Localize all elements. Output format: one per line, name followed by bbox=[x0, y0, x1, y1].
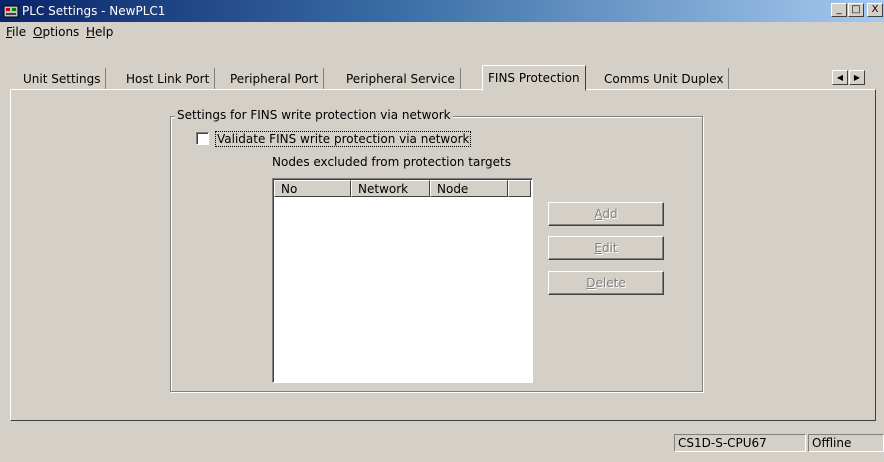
tab-unit-settings[interactable]: Unit Settings bbox=[18, 68, 107, 90]
menu-options[interactable]: Options bbox=[33, 25, 79, 39]
excluded-nodes-list[interactable]: No Network Node bbox=[272, 178, 533, 383]
menu-file-rest: ile bbox=[12, 25, 27, 39]
tab-scroll-left-icon[interactable]: ◀ bbox=[832, 70, 848, 85]
group-title: Settings for FINS write protection via n… bbox=[175, 107, 453, 123]
menu-help[interactable]: Help bbox=[86, 25, 113, 39]
maximize-button[interactable]: □ bbox=[848, 3, 864, 17]
edit-button-mnemonic: E bbox=[594, 241, 602, 255]
column-header-no[interactable]: No bbox=[274, 180, 351, 197]
delete-button-rest: elete bbox=[595, 276, 626, 290]
add-button-rest: dd bbox=[602, 207, 618, 221]
plc-app-icon bbox=[3, 5, 19, 18]
edit-button[interactable]: Edit bbox=[548, 236, 664, 260]
column-header-network[interactable]: Network bbox=[351, 180, 430, 197]
tab-host-link-port[interactable]: Host Link Port bbox=[121, 68, 216, 90]
column-header-node[interactable]: Node bbox=[430, 180, 508, 197]
menu-options-rest: ptions bbox=[42, 25, 80, 39]
menu-help-mnemonic: H bbox=[86, 25, 96, 39]
tab-scroll-right-icon[interactable]: ▶ bbox=[849, 70, 865, 85]
tab-peripheral-port[interactable]: Peripheral Port bbox=[225, 68, 325, 90]
validate-fins-checkbox[interactable] bbox=[196, 132, 209, 145]
menu-bar: File Options Help bbox=[0, 22, 884, 42]
excluded-nodes-label: Nodes excluded from protection targets bbox=[272, 155, 512, 169]
menu-help-rest: elp bbox=[95, 25, 114, 39]
delete-button[interactable]: Delete bbox=[548, 271, 664, 295]
tab-peripheral-service[interactable]: Peripheral Service bbox=[341, 68, 461, 90]
menu-file[interactable]: File bbox=[6, 25, 26, 39]
status-plc-model: CS1D-S-CPU67 bbox=[674, 434, 806, 452]
title-bar[interactable]: PLC Settings - NewPLC1 _ □ X bbox=[0, 0, 884, 22]
add-button[interactable]: Add bbox=[548, 202, 664, 226]
tab-fins-protection[interactable]: FINS Protection bbox=[482, 65, 586, 91]
status-connection-mode: Offline bbox=[808, 434, 884, 452]
window-title: PLC Settings - NewPLC1 bbox=[22, 4, 166, 18]
status-bar: CS1D-S-CPU67 Offline bbox=[0, 432, 884, 454]
column-header-filler bbox=[508, 180, 531, 197]
tab-comms-unit-duplex[interactable]: Comms Unit Duplex bbox=[599, 68, 730, 90]
delete-button-mnemonic: D bbox=[586, 276, 596, 290]
close-button[interactable]: X bbox=[867, 3, 883, 17]
minimize-button[interactable]: _ bbox=[831, 3, 847, 17]
edit-button-rest: dit bbox=[601, 241, 618, 255]
validate-fins-label[interactable]: Validate FINS write protection via netwo… bbox=[215, 131, 472, 147]
